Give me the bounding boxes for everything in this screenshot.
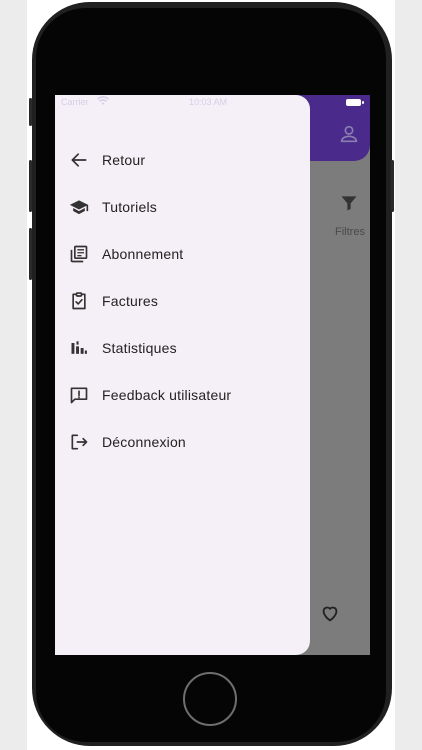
menu-item-statistiques[interactable]: Statistiques xyxy=(55,328,310,368)
filter-label[interactable]: Filtres xyxy=(325,226,370,238)
carrier-label: Carrier xyxy=(61,97,89,107)
arrow-back-icon xyxy=(69,150,89,170)
menu-label-abonnement: Abonnement xyxy=(102,246,184,262)
menu-item-abonnement[interactable]: Abonnement xyxy=(55,234,310,274)
screen: Carrier 10:03 AM Filtres Retour Tutoriel… xyxy=(55,95,370,655)
mute-switch xyxy=(29,98,32,126)
menu-label-statistiques: Statistiques xyxy=(102,340,177,356)
navigation-drawer: Retour Tutoriels Abonnement Factures Sta xyxy=(55,95,310,655)
background-strip-left xyxy=(0,0,27,750)
status-time: 10:03 AM xyxy=(189,97,228,107)
menu-label-tutoriels: Tutoriels xyxy=(102,199,157,215)
volume-up-button xyxy=(29,160,32,212)
graduation-cap-icon xyxy=(69,197,89,217)
library-books-icon xyxy=(69,244,89,264)
clipboard-check-icon xyxy=(69,291,89,311)
power-button xyxy=(391,160,394,212)
menu-label-deconnexion: Déconnexion xyxy=(102,434,186,450)
menu-label-factures: Factures xyxy=(102,293,159,309)
menu-item-retour[interactable]: Retour xyxy=(55,140,310,180)
menu-item-factures[interactable]: Factures xyxy=(55,281,310,321)
menu-item-tutoriels[interactable]: Tutoriels xyxy=(55,187,310,227)
heart-icon[interactable] xyxy=(319,602,341,624)
wifi-icon xyxy=(97,96,109,108)
filter-icon[interactable] xyxy=(339,193,359,213)
feedback-icon xyxy=(69,385,89,405)
person-icon[interactable] xyxy=(338,123,360,145)
battery-icon xyxy=(346,99,364,106)
logout-icon xyxy=(69,432,89,452)
menu-item-deconnexion[interactable]: Déconnexion xyxy=(55,422,310,462)
bar-chart-icon xyxy=(69,338,89,358)
menu-item-feedback[interactable]: Feedback utilisateur xyxy=(55,375,310,415)
volume-down-button xyxy=(29,228,32,280)
status-bar: Carrier 10:03 AM xyxy=(55,95,370,111)
menu-label-feedback: Feedback utilisateur xyxy=(102,387,232,403)
background-strip-right xyxy=(395,0,422,750)
menu-label-retour: Retour xyxy=(102,152,146,168)
home-button[interactable] xyxy=(183,672,237,726)
